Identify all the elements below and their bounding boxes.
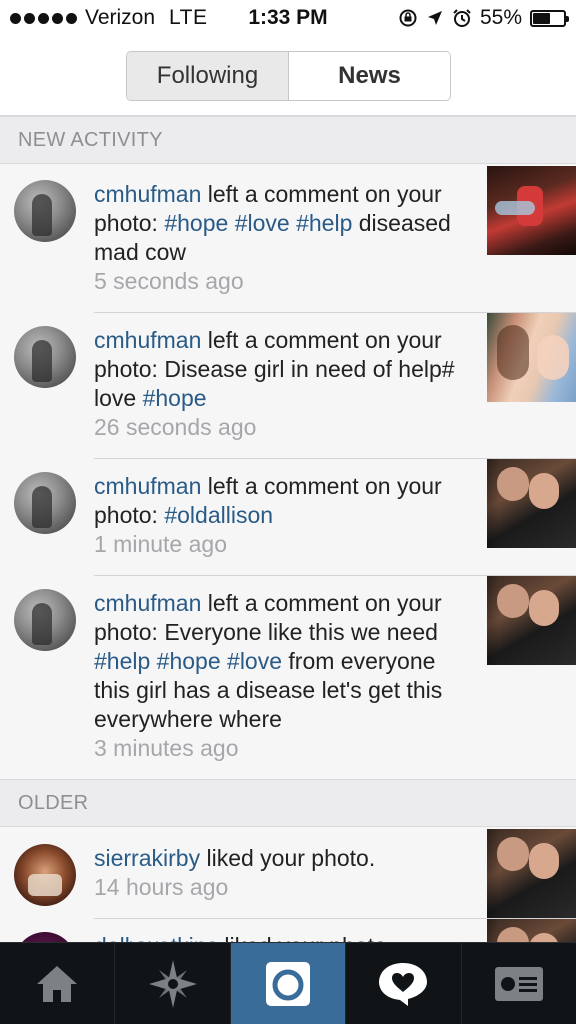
- hashtag-link[interactable]: #love: [227, 648, 282, 674]
- hashtag-link[interactable]: #hope: [143, 385, 207, 411]
- timestamp: 1 minute ago: [94, 531, 227, 557]
- rotation-lock-icon: [399, 9, 417, 27]
- hashtag-link[interactable]: #help: [296, 210, 352, 236]
- camera-icon: [266, 961, 311, 1006]
- activity-text: cmhufman left a comment on your photo: D…: [94, 326, 474, 442]
- section-header-older: OLDER: [0, 779, 576, 827]
- avatar[interactable]: [14, 589, 76, 651]
- hashtag-link[interactable]: #love: [235, 210, 290, 236]
- username-link[interactable]: cmhufman: [94, 327, 201, 353]
- username-link[interactable]: sierrakirby: [94, 845, 200, 871]
- avatar[interactable]: [14, 180, 76, 242]
- photo-thumbnail[interactable]: [487, 576, 576, 665]
- feed-toggle: Following News: [126, 51, 451, 101]
- list-item[interactable]: cmhufman left a comment on your photo: E…: [0, 576, 576, 779]
- hashtag-link[interactable]: #oldallison: [164, 502, 273, 528]
- avatar[interactable]: [14, 326, 76, 388]
- activity-text: cmhufman left a comment on your photo: #…: [94, 180, 474, 296]
- tab-following[interactable]: Following: [127, 52, 289, 100]
- section-header-new-activity: NEW ACTIVITY: [0, 116, 576, 164]
- photo-thumbnail[interactable]: [487, 166, 576, 255]
- timestamp: 5 seconds ago: [94, 268, 244, 294]
- avatar[interactable]: [14, 472, 76, 534]
- status-bar: Verizon LTE 1:33 PM 55%: [0, 0, 576, 38]
- tab-bar: [0, 942, 576, 1024]
- tab-home[interactable]: [0, 943, 116, 1024]
- tab-news[interactable]: News: [289, 52, 450, 100]
- news-header: Following News: [0, 38, 576, 116]
- username-link[interactable]: cmhufman: [94, 590, 201, 616]
- photo-thumbnail[interactable]: [487, 459, 576, 548]
- avatar[interactable]: [14, 844, 76, 906]
- alarm-icon: [453, 9, 471, 27]
- location-arrow-icon: [427, 11, 442, 25]
- timestamp: 26 seconds ago: [94, 414, 257, 440]
- list-item[interactable]: sierrakirby liked your photo. 14 hours a…: [0, 828, 576, 918]
- list-item[interactable]: cmhufman left a comment on your photo: #…: [0, 164, 576, 312]
- tab-explore[interactable]: [115, 943, 231, 1024]
- tab-camera[interactable]: [230, 943, 347, 1024]
- timestamp: 3 minutes ago: [94, 735, 239, 761]
- list-item[interactable]: cmhufman left a comment on your photo: #…: [0, 459, 576, 575]
- activity-text: sierrakirby liked your photo. 14 hours a…: [94, 844, 474, 902]
- hashtag-link[interactable]: #help: [94, 648, 150, 674]
- profile-icon: [494, 966, 543, 1001]
- list-item[interactable]: cmhufman left a comment on your photo: D…: [0, 313, 576, 458]
- username-link[interactable]: cmhufman: [94, 473, 201, 499]
- hashtag-link[interactable]: #hope: [164, 210, 228, 236]
- battery-percent: 55%: [479, 6, 522, 29]
- tab-profile[interactable]: [462, 943, 576, 1024]
- photo-thumbnail[interactable]: [487, 313, 576, 402]
- status-indicators: 55%: [398, 6, 569, 30]
- home-icon: [37, 965, 78, 1002]
- explore-icon: [148, 959, 197, 1008]
- activity-text: cmhufman left a comment on your photo: E…: [94, 589, 474, 763]
- timestamp: 14 hours ago: [94, 874, 229, 900]
- tab-activity[interactable]: [346, 943, 462, 1024]
- username-link[interactable]: cmhufman: [94, 181, 201, 207]
- activity-icon: [379, 962, 428, 1006]
- photo-thumbnail[interactable]: [487, 829, 576, 918]
- activity-text: cmhufman left a comment on your photo: #…: [94, 472, 474, 559]
- hashtag-link[interactable]: #hope: [157, 648, 221, 674]
- battery-icon: [530, 9, 569, 27]
